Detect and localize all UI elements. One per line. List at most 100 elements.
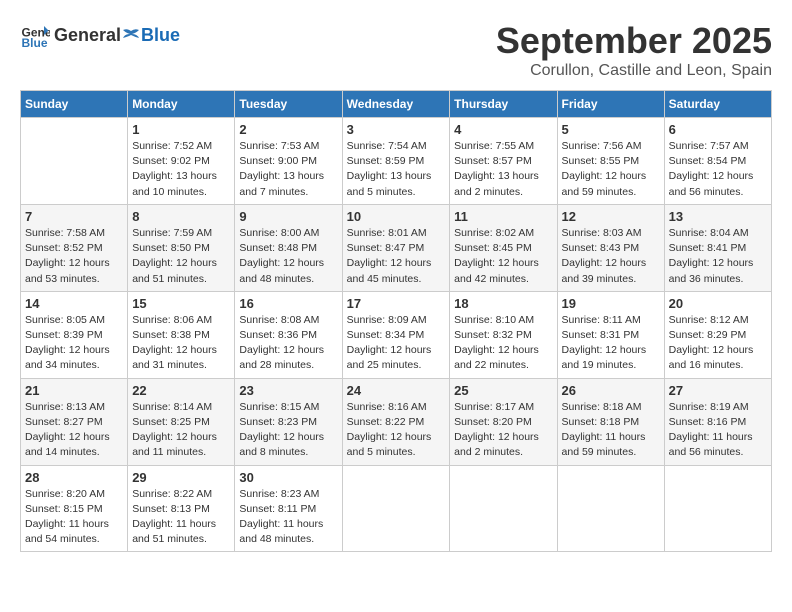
- calendar-day-cell: 1 Sunrise: 7:52 AM Sunset: 9:02 PM Daylig…: [128, 118, 235, 205]
- calendar-day-cell: 21 Sunrise: 8:13 AM Sunset: 8:27 PM Dayli…: [21, 378, 128, 465]
- day-number: 2: [239, 122, 337, 137]
- day-number: 21: [25, 383, 123, 398]
- day-info: Sunrise: 7:56 AM Sunset: 8:55 PM Dayligh…: [562, 139, 660, 200]
- calendar-day-cell: 2 Sunrise: 7:53 AM Sunset: 9:00 PM Daylig…: [235, 118, 342, 205]
- day-info: Sunrise: 8:11 AM Sunset: 8:31 PM Dayligh…: [562, 313, 660, 374]
- calendar-day-cell: [450, 465, 557, 552]
- day-number: 10: [347, 209, 446, 224]
- day-info: Sunrise: 7:59 AM Sunset: 8:50 PM Dayligh…: [132, 226, 230, 287]
- calendar-day-cell: 9 Sunrise: 8:00 AM Sunset: 8:48 PM Daylig…: [235, 204, 342, 291]
- calendar-day-cell: 7 Sunrise: 7:58 AM Sunset: 8:52 PM Daylig…: [21, 204, 128, 291]
- calendar-day-cell: 23 Sunrise: 8:15 AM Sunset: 8:23 PM Dayli…: [235, 378, 342, 465]
- calendar-day-cell: 15 Sunrise: 8:06 AM Sunset: 8:38 PM Dayli…: [128, 291, 235, 378]
- calendar-day-cell: [342, 465, 450, 552]
- calendar-day-cell: 19 Sunrise: 8:11 AM Sunset: 8:31 PM Dayli…: [557, 291, 664, 378]
- day-info: Sunrise: 7:54 AM Sunset: 8:59 PM Dayligh…: [347, 139, 446, 200]
- calendar-day-cell: 6 Sunrise: 7:57 AM Sunset: 8:54 PM Daylig…: [664, 118, 771, 205]
- calendar-day-cell: 28 Sunrise: 8:20 AM Sunset: 8:15 PM Dayli…: [21, 465, 128, 552]
- day-number: 24: [347, 383, 446, 398]
- calendar-week-row: 28 Sunrise: 8:20 AM Sunset: 8:15 PM Dayli…: [21, 465, 772, 552]
- day-info: Sunrise: 8:14 AM Sunset: 8:25 PM Dayligh…: [132, 400, 230, 461]
- calendar-day-cell: 17Sunrise: 8:09 AM Sunset: 8:34 PM Dayli…: [342, 291, 450, 378]
- day-number: 28: [25, 470, 123, 485]
- day-info: Sunrise: 8:00 AM Sunset: 8:48 PM Dayligh…: [239, 226, 337, 287]
- calendar-day-cell: 22 Sunrise: 8:14 AM Sunset: 8:25 PM Dayli…: [128, 378, 235, 465]
- day-number: 18: [454, 296, 552, 311]
- day-info: Sunrise: 8:06 AM Sunset: 8:38 PM Dayligh…: [132, 313, 230, 374]
- day-info: Sunrise: 8:19 AM Sunset: 8:16 PM Dayligh…: [669, 400, 767, 461]
- calendar-day-cell: 3 Sunrise: 7:54 AM Sunset: 8:59 PM Daylig…: [342, 118, 450, 205]
- calendar-week-row: 1 Sunrise: 7:52 AM Sunset: 9:02 PM Daylig…: [21, 118, 772, 205]
- day-info: Sunrise: 8:08 AM Sunset: 8:36 PM Dayligh…: [239, 313, 337, 374]
- day-number: 3: [347, 122, 446, 137]
- logo-general-text: General: [54, 25, 121, 46]
- logo-blue-text: Blue: [141, 25, 180, 46]
- day-info: Sunrise: 7:52 AM Sunset: 9:02 PM Dayligh…: [132, 139, 230, 200]
- day-info: Sunrise: 7:57 AM Sunset: 8:54 PM Dayligh…: [669, 139, 767, 200]
- day-info: Sunrise: 8:10 AM Sunset: 8:32 PM Dayligh…: [454, 313, 552, 374]
- day-info: Sunrise: 8:20 AM Sunset: 8:15 PM Dayligh…: [25, 487, 123, 548]
- day-info: Sunrise: 7:53 AM Sunset: 9:00 PM Dayligh…: [239, 139, 337, 200]
- calendar-table: SundayMondayTuesdayWednesdayThursdayFrid…: [20, 90, 772, 552]
- calendar-week-row: 14Sunrise: 8:05 AM Sunset: 8:39 PM Dayli…: [21, 291, 772, 378]
- calendar-day-cell: 13Sunrise: 8:04 AM Sunset: 8:41 PM Dayli…: [664, 204, 771, 291]
- day-info: Sunrise: 8:03 AM Sunset: 8:43 PM Dayligh…: [562, 226, 660, 287]
- day-number: 4: [454, 122, 552, 137]
- header: General Blue General Blue September 2025…: [20, 20, 772, 80]
- calendar-day-cell: 4 Sunrise: 7:55 AM Sunset: 8:57 PM Daylig…: [450, 118, 557, 205]
- calendar-day-cell: [21, 118, 128, 205]
- calendar-day-cell: 11Sunrise: 8:02 AM Sunset: 8:45 PM Dayli…: [450, 204, 557, 291]
- day-number: 20: [669, 296, 767, 311]
- day-number: 15: [132, 296, 230, 311]
- day-info: Sunrise: 8:23 AM Sunset: 8:11 PM Dayligh…: [239, 487, 337, 548]
- day-number: 19: [562, 296, 660, 311]
- calendar-body: 1 Sunrise: 7:52 AM Sunset: 9:02 PM Daylig…: [21, 118, 772, 552]
- calendar-day-cell: 5Sunrise: 7:56 AM Sunset: 8:55 PM Daylig…: [557, 118, 664, 205]
- weekday-header-cell: Tuesday: [235, 91, 342, 118]
- calendar-header-row: SundayMondayTuesdayWednesdayThursdayFrid…: [21, 91, 772, 118]
- day-number: 9: [239, 209, 337, 224]
- day-info: Sunrise: 7:55 AM Sunset: 8:57 PM Dayligh…: [454, 139, 552, 200]
- calendar-day-cell: 14Sunrise: 8:05 AM Sunset: 8:39 PM Dayli…: [21, 291, 128, 378]
- day-number: 23: [239, 383, 337, 398]
- logo-bird-icon: [122, 26, 140, 44]
- calendar-week-row: 21 Sunrise: 8:13 AM Sunset: 8:27 PM Dayli…: [21, 378, 772, 465]
- day-info: Sunrise: 8:15 AM Sunset: 8:23 PM Dayligh…: [239, 400, 337, 461]
- calendar-day-cell: 10 Sunrise: 8:01 AM Sunset: 8:47 PM Dayli…: [342, 204, 450, 291]
- day-info: Sunrise: 8:13 AM Sunset: 8:27 PM Dayligh…: [25, 400, 123, 461]
- day-number: 22: [132, 383, 230, 398]
- calendar-day-cell: 26 Sunrise: 8:18 AM Sunset: 8:18 PM Dayli…: [557, 378, 664, 465]
- day-number: 6: [669, 122, 767, 137]
- day-number: 1: [132, 122, 230, 137]
- weekday-header-cell: Monday: [128, 91, 235, 118]
- day-info: Sunrise: 8:01 AM Sunset: 8:47 PM Dayligh…: [347, 226, 446, 287]
- day-info: Sunrise: 7:58 AM Sunset: 8:52 PM Dayligh…: [25, 226, 123, 287]
- day-number: 7: [25, 209, 123, 224]
- month-title: September 2025: [496, 20, 772, 62]
- weekday-header-cell: Sunday: [21, 91, 128, 118]
- logo: General Blue General Blue: [20, 20, 180, 50]
- calendar-day-cell: 12 Sunrise: 8:03 AM Sunset: 8:43 PM Dayli…: [557, 204, 664, 291]
- calendar-day-cell: 27Sunrise: 8:19 AM Sunset: 8:16 PM Dayli…: [664, 378, 771, 465]
- logo-icon: General Blue: [20, 20, 50, 50]
- calendar-day-cell: [664, 465, 771, 552]
- day-info: Sunrise: 8:02 AM Sunset: 8:45 PM Dayligh…: [454, 226, 552, 287]
- day-number: 12: [562, 209, 660, 224]
- day-number: 16: [239, 296, 337, 311]
- weekday-header-cell: Saturday: [664, 91, 771, 118]
- weekday-header-cell: Friday: [557, 91, 664, 118]
- calendar-day-cell: 30 Sunrise: 8:23 AM Sunset: 8:11 PM Dayli…: [235, 465, 342, 552]
- calendar-day-cell: 20 Sunrise: 8:12 AM Sunset: 8:29 PM Dayli…: [664, 291, 771, 378]
- day-info: Sunrise: 8:12 AM Sunset: 8:29 PM Dayligh…: [669, 313, 767, 374]
- calendar-week-row: 7 Sunrise: 7:58 AM Sunset: 8:52 PM Daylig…: [21, 204, 772, 291]
- calendar-day-cell: 29Sunrise: 8:22 AM Sunset: 8:13 PM Dayli…: [128, 465, 235, 552]
- day-number: 26: [562, 383, 660, 398]
- day-info: Sunrise: 8:22 AM Sunset: 8:13 PM Dayligh…: [132, 487, 230, 548]
- day-info: Sunrise: 8:18 AM Sunset: 8:18 PM Dayligh…: [562, 400, 660, 461]
- day-number: 14: [25, 296, 123, 311]
- day-number: 13: [669, 209, 767, 224]
- title-area: September 2025 Corullon, Castille and Le…: [496, 20, 772, 80]
- day-number: 30: [239, 470, 337, 485]
- calendar-day-cell: [557, 465, 664, 552]
- day-number: 8: [132, 209, 230, 224]
